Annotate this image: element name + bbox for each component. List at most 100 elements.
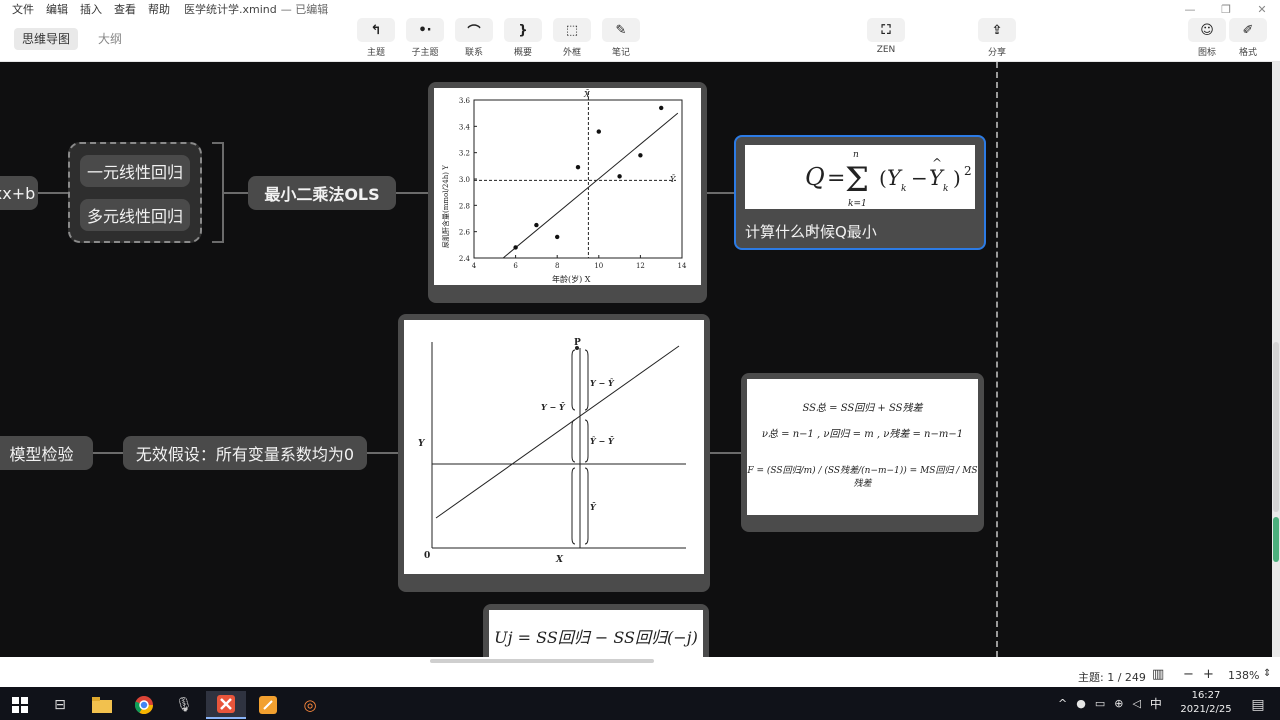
svg-text:(: ( — [879, 166, 887, 190]
topic-button[interactable]: ↰ 主题 — [354, 18, 398, 60]
svg-text:k=1: k=1 — [848, 199, 867, 209]
y-mean-label: Ȳ — [670, 175, 676, 184]
x-axis-label: X — [555, 555, 564, 565]
scrollbar-thumb[interactable] — [1273, 517, 1279, 562]
data-point — [638, 153, 643, 158]
taskbar: ⊟ 🎙 ◎ ^ ● ▭ ⊕ ◁ 中 16:27 2021/2/25 ▤ — [0, 687, 1280, 720]
topic-linear-formula[interactable]: xx+b — [0, 176, 38, 210]
task-view-icon[interactable]: ⊟ — [40, 691, 80, 719]
image-topic-q-formula[interactable]: Q = Σ n k=1 ( Y k − Y ^ k ) 2 计算什么时候Q最小 … — [734, 135, 986, 250]
y-minus-yhat-label: Y − Ŷ — [590, 378, 615, 388]
system-clock[interactable]: 16:27 2021/2/25 — [1178, 689, 1234, 717]
share-button[interactable]: ⇪ 分享 — [975, 18, 1019, 60]
topic-multiple-linear-regression[interactable]: 多元线性回归 — [80, 199, 190, 231]
menu-edit[interactable]: 编辑 — [46, 1, 68, 17]
menu-bar: 文件 编辑 插入 查看 帮助 医学统计学.xmind — 已编辑 — [0, 0, 1280, 18]
y-tick-label: 3.6 — [459, 97, 471, 105]
note-button[interactable]: ✎ 笔记 — [599, 18, 643, 60]
image-topic-scatter[interactable]: 尿肌酐含量(mmol/24h) Y 年龄(岁) X X̄ Ȳ 2.4 2.6 2.8… — [428, 82, 707, 303]
x-tick-label: 12 — [636, 262, 645, 270]
zen-icon: ⛶ — [867, 18, 905, 42]
topic-button-label: 主题 — [366, 48, 385, 58]
boundary-button[interactable]: ⬚ 外框 — [550, 18, 594, 60]
close-icon[interactable]: ✕ — [1244, 0, 1280, 18]
x-tick-label: 8 — [555, 262, 559, 270]
brush-icon: ✐ — [1229, 18, 1267, 42]
zoom-in-icon[interactable]: + — [1203, 667, 1214, 682]
summary-button[interactable]: } 概要 — [501, 18, 545, 60]
summary-bracket — [212, 142, 224, 243]
chrome-icon[interactable] — [124, 691, 164, 719]
topic-ols[interactable]: 最小二乘法OLS — [248, 176, 396, 210]
ime-indicator[interactable]: 中 — [1150, 695, 1162, 712]
network-icon[interactable]: ⊕ — [1114, 697, 1123, 710]
yhat-minus-ybar-label: Ŷ − Ȳ — [590, 436, 615, 446]
horizontal-scrollbar-thumb[interactable] — [430, 659, 654, 663]
df-formula: ν总 = n−1 , ν回归 = m , ν残差 = n−m−1 — [761, 429, 964, 440]
relationship-button[interactable]: ⌒ 联系 — [452, 18, 496, 60]
image-topic-uj-formula[interactable]: Uj = SS回归 − SS回归(−j) — [483, 604, 709, 657]
y-axis-label: 尿肌酐含量(mmol/24h) Y — [441, 165, 450, 248]
icons-button-label: 图标 — [1197, 48, 1216, 58]
save-status: — 已编辑 — [280, 3, 329, 16]
menu-help[interactable]: 帮助 — [148, 1, 170, 17]
boundary-button-label: 外框 — [562, 48, 581, 58]
image-topic-ss-formulas[interactable]: SS总 = SS回归 + SS残差 ν总 = n−1 , ν回归 = m , ν… — [741, 373, 984, 532]
minimize-icon[interactable]: — — [1172, 0, 1208, 18]
svg-text:Σ: Σ — [845, 160, 869, 200]
scrollbar-track[interactable] — [1273, 342, 1279, 512]
horizontal-scrollbar[interactable] — [0, 657, 1272, 665]
microphone-icon[interactable]: ● — [1076, 697, 1086, 710]
connector-line — [224, 192, 248, 194]
image-topic-decomposition[interactable]: P Y X 0 Y − Ŷ Y − Ȳ Ŷ − Ȳ Ȳ — [398, 314, 710, 592]
file-explorer-icon[interactable] — [82, 691, 122, 719]
tab-mindmap[interactable]: 思维导图 — [14, 28, 79, 50]
zen-button[interactable]: ⛶ ZEN — [864, 18, 908, 60]
x-tick-label: 10 — [594, 262, 603, 270]
notification-icon[interactable]: ▤ — [1238, 691, 1278, 719]
topic-null-hypothesis[interactable]: 无效假设：所有变量系数均为0 — [123, 436, 367, 470]
relationship-button-label: 联系 — [464, 48, 483, 58]
xmind-icon[interactable] — [206, 691, 246, 719]
topic-simple-linear-regression[interactable]: 一元线性回归 — [80, 155, 190, 187]
subtopic-icon: •· — [406, 18, 444, 42]
battery-icon[interactable]: ▭ — [1095, 697, 1105, 710]
y-axis-label: Y — [418, 439, 426, 449]
restore-icon[interactable]: ❐ — [1208, 0, 1244, 18]
zoom-stepper-icon[interactable]: ⇕ — [1263, 668, 1271, 679]
note-button-label: 笔记 — [611, 48, 630, 58]
format-button[interactable]: ✐ 格式 — [1226, 18, 1270, 60]
svg-text:Q: Q — [805, 163, 825, 191]
icons-button[interactable]: ☺ 图标 — [1185, 18, 1229, 60]
data-point — [555, 234, 560, 240]
screen-recorder-icon[interactable]: ◎ — [290, 691, 330, 719]
subtopic-button[interactable]: •· 子主题 — [403, 18, 447, 60]
tab-outline[interactable]: 大纲 — [90, 28, 130, 50]
map-icon[interactable]: ▥ — [1152, 667, 1164, 682]
zoom-out-icon[interactable]: − — [1183, 667, 1194, 682]
x-tick-label: 14 — [678, 262, 687, 270]
chevron-up-icon[interactable]: ^ — [1058, 697, 1067, 710]
data-point — [617, 174, 622, 179]
ss-formula-image: SS总 = SS回归 + SS残差 ν总 = n−1 , ν回归 = m , ν… — [747, 379, 978, 515]
svg-text:k: k — [943, 184, 948, 194]
menu-file[interactable]: 文件 — [12, 1, 34, 17]
zoom-level[interactable]: 138% — [1228, 669, 1259, 682]
windows-start-icon[interactable] — [0, 691, 40, 719]
data-point — [513, 245, 518, 250]
notes-app-icon[interactable] — [248, 691, 288, 719]
mindmap-canvas[interactable]: xx+b 一元线性回归 多元线性回归 最小二乘法OLS 尿肌酐含量(mmol/2… — [0, 62, 1280, 657]
svg-text:): ) — [953, 166, 961, 190]
q-formula-svg: Q = Σ n k=1 ( Y k − Y ^ k ) 2 — [805, 150, 972, 209]
x-tick-label: 4 — [472, 262, 477, 270]
share-button-label: 分享 — [987, 48, 1006, 58]
menu-view[interactable]: 查看 — [114, 1, 136, 17]
topic-model-test[interactable]: 模型检验 — [0, 436, 93, 470]
connector-line — [710, 452, 741, 454]
volume-icon[interactable]: ◁ — [1132, 697, 1140, 710]
decomposition-svg: P Y X 0 Y − Ŷ Y − Ȳ Ŷ − Ȳ Ȳ — [418, 338, 686, 565]
recorder-icon[interactable]: 🎙 — [164, 691, 204, 719]
y-tick-label: 2.8 — [459, 202, 470, 210]
data-point — [659, 105, 664, 111]
menu-insert[interactable]: 插入 — [80, 1, 102, 17]
